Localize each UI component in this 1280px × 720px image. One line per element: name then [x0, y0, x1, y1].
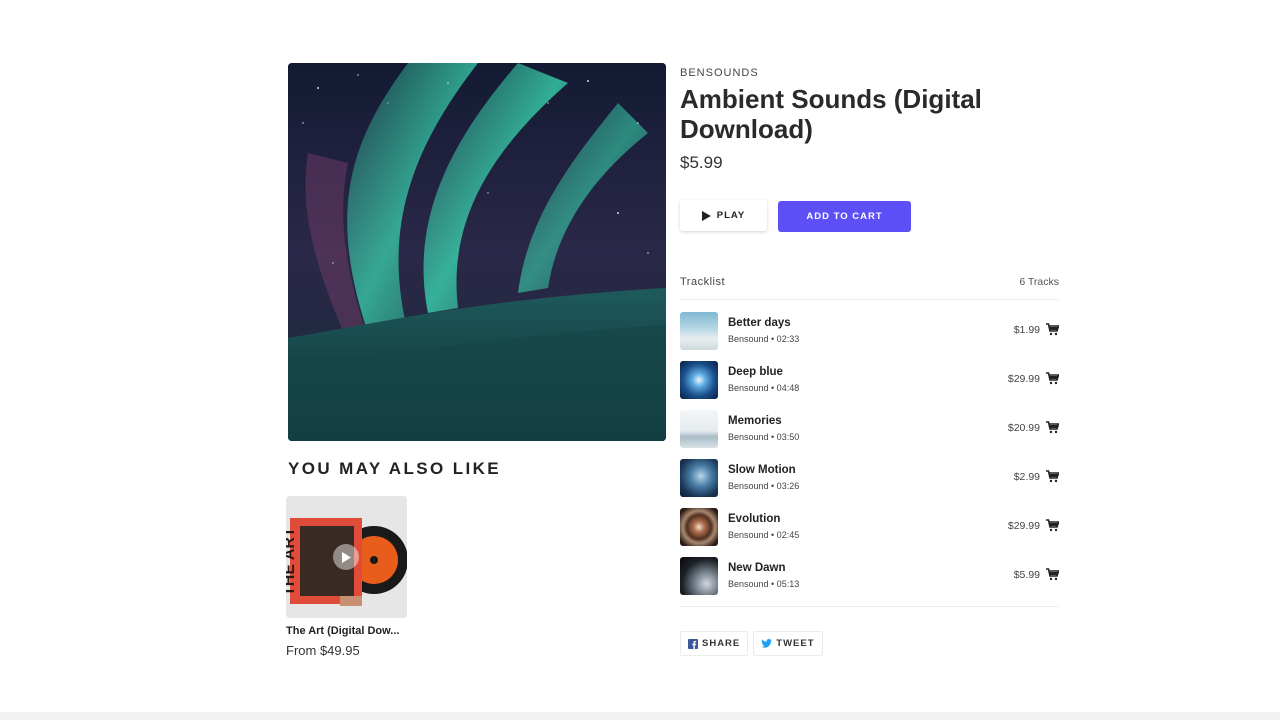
track-row[interactable]: Memories Bensound • 03:50 $20.99 [680, 410, 1059, 459]
track-price: $20.99 [1007, 422, 1040, 434]
track-thumbnail[interactable] [680, 508, 718, 546]
track-meta: Bensound • 05:13 [728, 579, 800, 589]
track-row[interactable]: Better days Bensound • 02:33 $1.99 [680, 312, 1059, 361]
facebook-icon [688, 638, 698, 649]
facebook-share-label: SHARE [702, 638, 741, 649]
track-price: $1.99 [1013, 324, 1040, 336]
cart-icon[interactable] [1046, 568, 1059, 581]
play-button-label: PLAY [716, 210, 746, 221]
recommended-product-image[interactable]: THE ART [286, 496, 407, 618]
track-thumbnail[interactable] [680, 410, 718, 448]
tracklist-header: Tracklist 6 Tracks [680, 276, 1059, 288]
play-overlay-icon[interactable] [333, 544, 359, 570]
track-meta: Bensound • 03:50 [728, 432, 800, 442]
twitter-icon [761, 639, 773, 648]
cart-icon[interactable] [1046, 421, 1059, 434]
tracklist-divider-top [680, 299, 1059, 300]
track-count: 6 Tracks [1019, 276, 1059, 288]
tracklist-divider-bottom [680, 606, 1059, 607]
aurora-artwork-icon [288, 63, 666, 441]
tracklist-label: Tracklist [680, 276, 726, 288]
product-image[interactable] [288, 63, 666, 441]
recommended-product-name[interactable]: The Art (Digital Dow... [286, 625, 407, 637]
track-name: Evolution [728, 513, 781, 525]
track-row[interactable]: Evolution Bensound • 02:45 $29.99 [680, 508, 1059, 557]
social-share: SHARE TWEET [680, 631, 823, 656]
tracklist: Better days Bensound • 02:33 $1.99 Deep … [680, 312, 1059, 606]
twitter-tweet-label: TWEET [776, 638, 815, 649]
track-meta: Bensound • 04:48 [728, 383, 800, 393]
play-button[interactable]: PLAY [680, 200, 767, 231]
product-price: $5.99 [680, 153, 723, 172]
recommended-product-card[interactable]: THE ART The Art (Digital Dow... From $49… [286, 496, 407, 658]
cart-icon[interactable] [1046, 470, 1059, 483]
svg-text:THE ART: THE ART [286, 527, 298, 596]
track-name: Deep blue [728, 366, 783, 378]
track-price: $29.99 [1007, 520, 1040, 532]
track-meta: Bensound • 02:33 [728, 334, 800, 344]
cart-icon[interactable] [1046, 372, 1059, 385]
track-row[interactable]: Slow Motion Bensound • 03:26 $2.99 [680, 459, 1059, 508]
cart-icon[interactable] [1046, 519, 1059, 532]
track-name: Better days [728, 317, 791, 329]
track-meta: Bensound • 03:26 [728, 481, 800, 491]
track-row[interactable]: New Dawn Bensound • 05:13 $5.99 [680, 557, 1059, 606]
track-name: Memories [728, 415, 782, 427]
track-thumbnail[interactable] [680, 312, 718, 350]
track-price: $5.99 [1013, 569, 1040, 581]
track-thumbnail[interactable] [680, 459, 718, 497]
product-title: Ambient Sounds (Digital Download) [680, 84, 982, 144]
product-vendor[interactable]: BENSOUNDS [680, 67, 759, 79]
track-thumbnail[interactable] [680, 361, 718, 399]
facebook-share-button[interactable]: SHARE [680, 631, 749, 656]
recommended-product-price: From $49.95 [286, 643, 360, 658]
track-name: Slow Motion [728, 464, 796, 476]
track-thumbnail[interactable] [680, 557, 718, 595]
cart-icon[interactable] [1046, 323, 1059, 336]
track-meta: Bensound • 02:45 [728, 530, 800, 540]
also-like-heading: YOU MAY ALSO LIKE [288, 459, 502, 478]
twitter-tweet-button[interactable]: TWEET [753, 631, 823, 656]
add-to-cart-label: ADD TO CART [806, 211, 883, 222]
track-price: $2.99 [1013, 471, 1040, 483]
track-row[interactable]: Deep blue Bensound • 04:48 $29.99 [680, 361, 1059, 410]
track-price: $29.99 [1007, 373, 1040, 385]
track-name: New Dawn [728, 562, 786, 574]
play-icon [701, 210, 711, 221]
add-to-cart-button[interactable]: ADD TO CART [778, 201, 911, 232]
footer-strip [0, 712, 1280, 720]
